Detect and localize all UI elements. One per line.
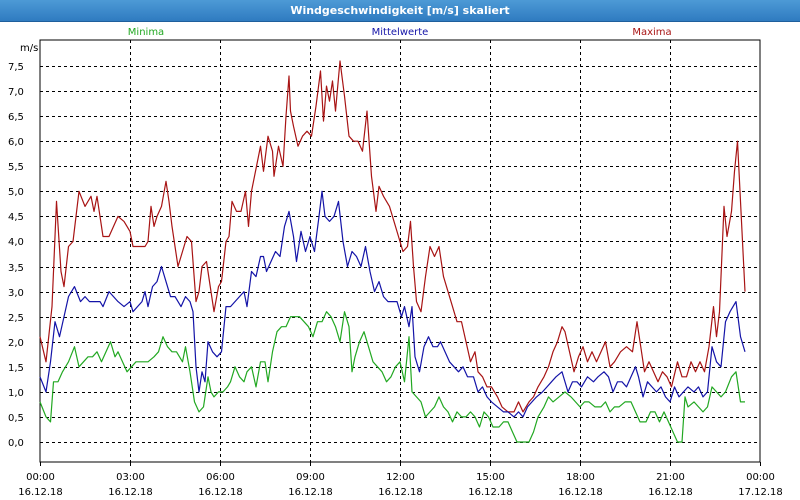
x-tick-date-label: 16.12.18	[288, 487, 333, 498]
x-tick-time-label: 15:00	[476, 472, 505, 483]
x-tick-time-label: 12:00	[386, 472, 415, 483]
x-tick-date-label: 16.12.18	[108, 487, 153, 498]
y-axis-label: m/s	[20, 43, 38, 54]
legend-mittelwerte: Mittelwerte	[372, 27, 429, 38]
y-tick-label: 5,0	[8, 187, 24, 198]
y-tick-label: 3,0	[8, 288, 24, 299]
x-tick-date-label: 16.12.18	[378, 487, 423, 498]
series-lines	[39, 60, 746, 443]
x-tick-time-label: 18:00	[566, 472, 595, 483]
x-tick-time-label: 21:00	[656, 472, 685, 483]
y-tick-label: 4,5	[8, 212, 24, 223]
x-tick-time-label: 09:00	[296, 472, 325, 483]
x-tick-time-label: 00:00	[26, 472, 55, 483]
y-tick-label: 3,5	[8, 263, 24, 274]
legend: Maxima Mittelwerte Minima	[128, 27, 672, 38]
y-tick-label: 2,0	[8, 338, 24, 349]
legend-maxima: Maxima	[632, 27, 671, 38]
x-tick-date-label: 16.12.18	[198, 487, 243, 498]
y-tick-label: 7,0	[8, 87, 24, 98]
y-tick-label: 1,5	[8, 363, 24, 374]
x-tick-time-label: 03:00	[116, 472, 145, 483]
y-tick-label: 1,0	[8, 388, 24, 399]
y-tick-label: 0,5	[8, 413, 24, 424]
y-tick-label: 5,5	[8, 162, 24, 173]
y-tick-label: 6,0	[8, 137, 24, 148]
y-tick-label: 4,0	[8, 237, 24, 248]
series-line-minima	[39, 311, 745, 443]
x-tick-time-label: 00:00	[746, 472, 775, 483]
x-tick-time-label: 06:00	[206, 472, 235, 483]
x-tick-date-label: 17.12.18	[738, 487, 783, 498]
y-tick-label: 0,0	[8, 438, 24, 449]
series-line-mittelwerte	[39, 190, 746, 418]
wind-speed-chart: 0,0 0,5 1,0 1,5 2,0 2,5 3,0 3,5 4,0 4,5 5,0 5,5 6,0 6…	[8, 27, 783, 498]
axes: 0,0 0,5 1,0 1,5 2,0 2,5 3,0 3,5 4,0 4,5 5,0 5,5 6,0 6…	[8, 39, 783, 498]
y-tick-label: 2,5	[8, 313, 24, 324]
legend-minima: Minima	[128, 27, 164, 38]
chart-window: Windgeschwindigkeit [m/s] skaliert 0,0 0,…	[0, 0, 800, 500]
series-line-maxima	[39, 60, 746, 413]
x-tick-date-label: 16.12.18	[468, 487, 513, 498]
y-tick-label: 7,5	[8, 62, 24, 73]
y-tick-label: 6,5	[8, 112, 24, 123]
x-tick-date-label: 16.12.18	[18, 487, 63, 498]
x-tick-date-label: 16.12.18	[558, 487, 603, 498]
window-title: Windgeschwindigkeit [m/s] skaliert	[0, 0, 800, 22]
x-tick-date-label: 16.12.18	[648, 487, 693, 498]
grid	[40, 40, 760, 462]
